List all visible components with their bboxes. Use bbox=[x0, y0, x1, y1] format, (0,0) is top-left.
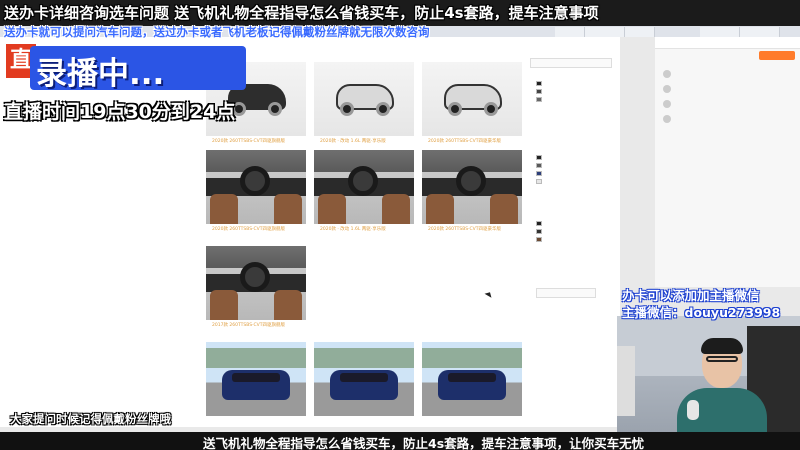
chat-message bbox=[661, 221, 793, 226]
car-caption: 2020款 260TTSBS·CVT四驱豪华版 bbox=[428, 227, 502, 232]
avatar bbox=[663, 99, 671, 108]
chat-panel bbox=[655, 37, 800, 287]
car-caption: 2020款 260TTSBS·CVT四驱旗舰版 bbox=[212, 227, 286, 232]
car-thumbnail[interactable] bbox=[314, 342, 414, 416]
car-thumbnail[interactable]: 2020款 · 改动 1.6L 两驱·享乐版 bbox=[314, 62, 414, 148]
car-caption: 2020款 · 改动 1.6L 两驱·享乐版 bbox=[320, 227, 386, 232]
browser-tab[interactable] bbox=[625, 27, 655, 37]
chat-tab-bar bbox=[655, 37, 800, 49]
viewer-row[interactable] bbox=[663, 114, 675, 126]
browser-tab[interactable] bbox=[740, 27, 780, 37]
filter-column bbox=[530, 40, 612, 310]
car-thumbnail[interactable]: 2017款 260TTSBS·CVT四驱旗舰版 bbox=[206, 246, 306, 332]
car-photo bbox=[206, 150, 306, 224]
filter-option[interactable] bbox=[536, 80, 545, 86]
car-thumbnail[interactable]: 2020款 260TTSBS·CVT四驱旗舰版 bbox=[206, 150, 306, 236]
chat-message bbox=[661, 235, 793, 240]
filter-option[interactable] bbox=[536, 154, 545, 160]
recording-label: 录播中... bbox=[36, 56, 165, 92]
fan-badge-reminder: 大家提问时候记得佩戴粉丝牌哦 bbox=[10, 412, 171, 426]
filter-option[interactable] bbox=[536, 236, 545, 242]
car-photo bbox=[422, 150, 522, 224]
avatar bbox=[663, 69, 671, 78]
webcam-feed bbox=[617, 316, 800, 434]
browser-tab[interactable] bbox=[555, 27, 585, 37]
car-thumbnail[interactable]: 2020款 · 改动 1.6L 两驱·享乐版 bbox=[314, 150, 414, 236]
viewer-row[interactable] bbox=[663, 99, 675, 111]
car-photo bbox=[422, 342, 522, 416]
car-photo bbox=[314, 150, 414, 224]
chat-message bbox=[661, 265, 793, 270]
follow-button[interactable] bbox=[759, 51, 795, 60]
car-caption: 2020款 · 改动 1.6L 两驱·享乐版 bbox=[320, 139, 386, 144]
car-thumbnail[interactable]: 2020款 260TTSBS·CVT四驱豪华版 bbox=[422, 150, 522, 236]
car-caption: 2020款 260TTSBS·CVT四驱豪华版 bbox=[428, 139, 502, 144]
stream-schedule-text: 直播时间19点30分到24点 bbox=[4, 101, 236, 123]
viewer-row[interactable] bbox=[663, 69, 675, 81]
car-photo bbox=[206, 246, 306, 320]
browser-tab[interactable] bbox=[585, 27, 625, 37]
filter-option[interactable] bbox=[536, 88, 545, 94]
car-photo bbox=[314, 342, 414, 416]
top-ticker-text: 送办卡详细咨询选车问题 送飞机礼物全程指导怎么省钱买车，防止4s套路，提车注意事… bbox=[4, 4, 599, 22]
car-thumbnail[interactable] bbox=[422, 342, 522, 416]
chat-message bbox=[661, 197, 793, 202]
car-photo bbox=[422, 62, 522, 136]
microphone-icon bbox=[687, 400, 699, 420]
filter-option[interactable] bbox=[536, 228, 545, 234]
chat-message bbox=[661, 249, 793, 254]
wechat-id: 主播微信：douyu273998 bbox=[622, 305, 781, 320]
car-gallery-page bbox=[0, 37, 620, 427]
filter-option[interactable] bbox=[536, 178, 545, 184]
car-caption: 2020款 260TTSBS·CVT四驱旗舰版 bbox=[212, 139, 286, 144]
avatar bbox=[663, 84, 671, 93]
avatar bbox=[663, 114, 671, 123]
second-ticker-text: 送办卡就可以提问汽车问题，送过办卡或者飞机老板记得佩戴粉丝牌就无限次数咨询 bbox=[4, 25, 430, 39]
car-caption: 2017款 260TTSBS·CVT四驱旗舰版 bbox=[212, 323, 286, 328]
filter-option[interactable] bbox=[536, 162, 545, 168]
car-thumbnail[interactable] bbox=[206, 342, 306, 416]
chat-message bbox=[661, 207, 793, 212]
browser-tab[interactable] bbox=[700, 27, 740, 37]
filter-option[interactable] bbox=[536, 220, 545, 226]
filter-option[interactable] bbox=[536, 170, 545, 176]
viewer-row[interactable] bbox=[663, 84, 675, 96]
car-photo bbox=[314, 62, 414, 136]
car-thumbnail[interactable]: 2020款 260TTSBS·CVT四驱豪华版 bbox=[422, 62, 522, 148]
more-models-button[interactable] bbox=[536, 288, 596, 298]
bottom-ticker-text: 送飞机礼物全程指导怎么省钱买车，防止4s套路，提车注意事项，让你买车无忧 bbox=[203, 436, 645, 450]
car-photo bbox=[206, 342, 306, 416]
filter-button[interactable] bbox=[530, 58, 612, 68]
filter-option[interactable] bbox=[536, 96, 545, 102]
